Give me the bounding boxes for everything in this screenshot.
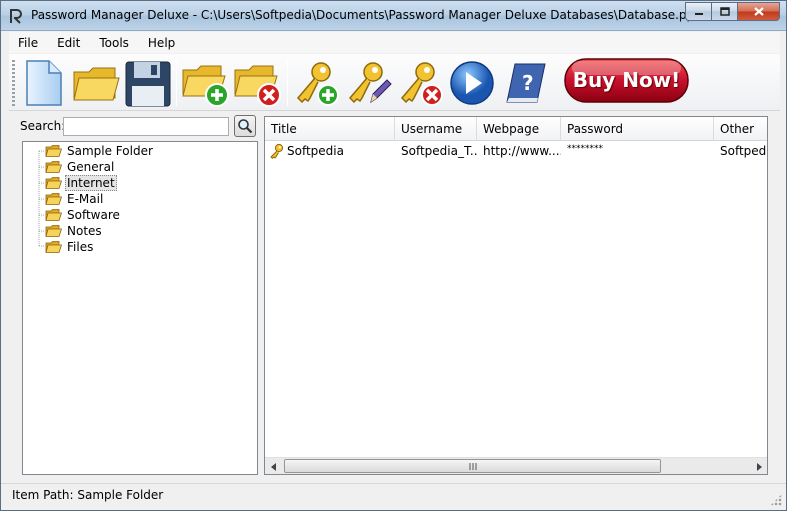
app-logo-icon (10, 9, 22, 24)
status-bar: Item Path: Sample Folder (1, 483, 786, 510)
launch-button[interactable] (447, 58, 497, 108)
cell-webpage: http://www.... (483, 144, 561, 158)
tree-item-internet[interactable]: Internet (45, 175, 117, 191)
open-database-button[interactable] (71, 58, 121, 108)
entries-list[interactable]: Title Username Webpage Password Other So… (264, 116, 768, 475)
search-button[interactable] (234, 115, 256, 137)
minimize-icon (694, 12, 703, 15)
title-bar[interactable]: Password Manager Deluxe - C:\Users\Softp… (1, 1, 786, 31)
buy-now-button[interactable]: Buy Now! (564, 58, 689, 104)
menu-bar: File Edit Tools Help (9, 32, 780, 53)
folder-icon (45, 225, 62, 237)
arrow-right-icon (756, 462, 762, 471)
folder-icon (45, 161, 62, 173)
new-database-button[interactable] (19, 58, 69, 108)
edit-key-icon (348, 62, 392, 104)
column-header-username[interactable]: Username (395, 117, 477, 141)
minimize-button[interactable] (685, 2, 711, 21)
maximize-button[interactable] (711, 2, 737, 21)
save-disk-icon (125, 61, 171, 107)
delete-key-icon (400, 62, 443, 106)
close-button[interactable] (737, 2, 780, 21)
tree-item-sample-folder[interactable]: Sample Folder (45, 143, 155, 159)
folder-tree[interactable]: Sample Folder General Internet E-Mail So… (22, 141, 258, 475)
add-folder-button[interactable] (181, 58, 231, 108)
add-folder-icon (182, 65, 229, 107)
tree-item-label: Software (67, 208, 120, 222)
folder-icon (45, 177, 62, 189)
folder-icon (45, 209, 62, 221)
svg-text:?: ? (522, 71, 534, 95)
menu-edit[interactable]: Edit (48, 36, 90, 50)
folder-icon (45, 145, 62, 157)
delete-folder-button[interactable] (233, 58, 283, 108)
search-label: Search: (20, 119, 66, 133)
app-window: Password Manager Deluxe - C:\Users\Softp… (0, 0, 787, 511)
list-header: Title Username Webpage Password Other (265, 117, 767, 141)
resize-grip[interactable] (770, 494, 782, 506)
tree-item-label: Internet (65, 175, 117, 191)
tree-item-label: General (67, 160, 115, 174)
edit-entry-button[interactable] (343, 58, 393, 108)
play-icon (450, 61, 494, 105)
tree-item-notes[interactable]: Notes (45, 223, 104, 239)
tree-item-software[interactable]: Software (45, 207, 122, 223)
delete-entry-button[interactable] (395, 58, 445, 108)
add-entry-button[interactable] (291, 58, 341, 108)
column-header-title[interactable]: Title (265, 117, 395, 141)
folder-icon (45, 241, 62, 253)
new-document-icon (26, 60, 62, 106)
scrollbar-thumb[interactable] (284, 459, 661, 473)
buy-now-label: Buy Now! (572, 68, 681, 92)
toolbar: ? Buy Now! (9, 54, 780, 111)
close-icon (753, 7, 764, 16)
save-database-button[interactable] (123, 58, 173, 108)
help-button[interactable]: ? (501, 58, 551, 108)
column-header-password[interactable]: Password (561, 117, 714, 141)
window-controls (685, 2, 780, 21)
cell-username: Softpedia_T... (401, 144, 477, 158)
search-icon (238, 119, 253, 134)
toolbar-separator (176, 60, 177, 106)
horizontal-scrollbar[interactable] (265, 457, 767, 474)
cell-other: Softpedia (720, 144, 767, 158)
status-item-path: Item Path: Sample Folder (12, 488, 164, 502)
column-header-other[interactable]: Other (714, 117, 767, 141)
tree-item-label: Sample Folder (67, 144, 153, 158)
toolbar-grip[interactable] (12, 60, 15, 106)
help-book-icon: ? (506, 63, 546, 103)
cell-password: ******** (567, 144, 603, 154)
table-row[interactable]: Softpedia Softpedia_T... http://www.... … (265, 142, 767, 160)
delete-folder-icon (234, 65, 281, 107)
add-key-icon (296, 62, 339, 106)
scroll-left-button[interactable] (265, 458, 282, 474)
grip-lines-icon (469, 462, 476, 470)
search-input[interactable] (63, 117, 229, 136)
folder-icon (45, 193, 62, 205)
tree-item-label: Notes (67, 224, 102, 238)
toolbar-separator (287, 60, 288, 106)
arrow-left-icon (270, 462, 276, 471)
tree-item-label: E-Mail (67, 192, 104, 206)
menu-help[interactable]: Help (139, 36, 185, 50)
tree-item-files[interactable]: Files (45, 239, 95, 255)
column-header-webpage[interactable]: Webpage (477, 117, 561, 141)
tree-item-general[interactable]: General (45, 159, 116, 175)
tree-item-label: Files (67, 240, 94, 254)
window-title: Password Manager Deluxe - C:\Users\Softp… (31, 8, 702, 22)
menu-file[interactable]: File (9, 36, 48, 50)
menu-tools[interactable]: Tools (90, 36, 139, 50)
scroll-right-button[interactable] (750, 458, 767, 474)
maximize-icon (719, 7, 730, 16)
tree-item-email[interactable]: E-Mail (45, 191, 105, 207)
cell-title: Softpedia (287, 144, 344, 158)
open-folder-icon (73, 67, 120, 101)
